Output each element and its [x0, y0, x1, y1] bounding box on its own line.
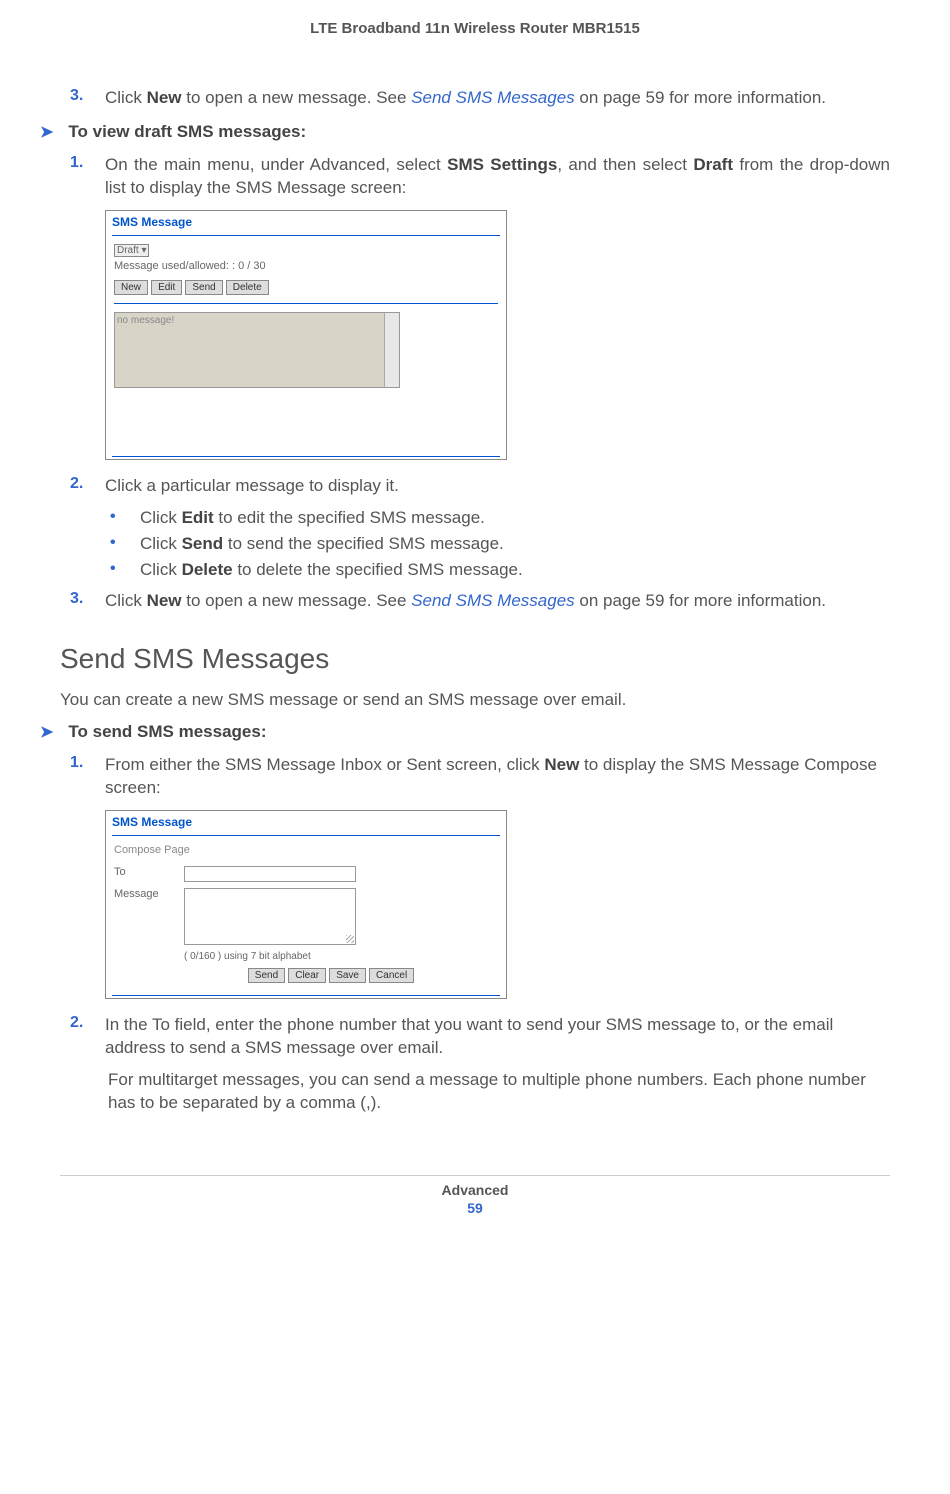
step-text: On the main menu, under Advanced, select… [105, 154, 890, 200]
step-number: 1. [70, 754, 105, 800]
link-send-sms[interactable]: Send SMS Messages [411, 591, 574, 610]
step-item: 2. In the To field, enter the phone numb… [60, 1014, 890, 1060]
arrow-icon: ➤ [40, 122, 53, 142]
step-text: Click a particular message to display it… [105, 475, 399, 498]
resize-handle[interactable] [346, 935, 354, 943]
clear-button[interactable]: Clear [288, 968, 326, 983]
footer-page-number: 59 [60, 1200, 890, 1216]
text: on page 59 for more information. [575, 88, 826, 107]
bullet-item: • Click Edit to edit the specified SMS m… [110, 508, 890, 528]
link-send-sms[interactable]: Send SMS Messages [411, 88, 574, 107]
step-item: 3. Click New to open a new message. See … [60, 87, 890, 110]
text: to send the specified SMS message. [223, 534, 504, 553]
ss-title: SMS Message [106, 211, 506, 233]
bullet-icon: • [110, 534, 140, 554]
edit-button[interactable]: Edit [151, 280, 182, 295]
text: Click [140, 560, 182, 579]
text: to delete the specified SMS message. [233, 560, 523, 579]
sub-paragraph: For multitarget messages, you can send a… [108, 1069, 890, 1115]
text: to open a new message. See [182, 88, 412, 107]
procedure-heading: ➤ To view draft SMS messages: [60, 122, 890, 142]
step-item: 3. Click New to open a new message. See … [60, 590, 890, 613]
send-button[interactable]: Send [185, 280, 222, 295]
bold-text: Delete [182, 560, 233, 579]
send-button[interactable]: Send [248, 968, 285, 983]
step-text: In the To field, enter the phone number … [105, 1014, 890, 1060]
bullet-item: • Click Delete to delete the specified S… [110, 560, 890, 580]
text: On the main menu, under Advanced, select [105, 155, 447, 174]
delete-button[interactable]: Delete [226, 280, 269, 295]
step-number: 2. [70, 1014, 105, 1060]
bold-text: Draft [693, 155, 733, 174]
bullet-icon: • [110, 508, 140, 528]
step-item: 1. On the main menu, under Advanced, sel… [60, 154, 890, 200]
to-input[interactable] [184, 866, 356, 882]
step-number: 2. [70, 475, 105, 498]
step-text: Click New to open a new message. See Sen… [105, 87, 826, 110]
bold-text: New [544, 755, 579, 774]
step-text: Click New to open a new message. See Sen… [105, 590, 826, 613]
text: to open a new message. See [182, 591, 412, 610]
bullet-text: Click Send to send the specified SMS mes… [140, 534, 504, 554]
text: , and then select [557, 155, 693, 174]
page-header: LTE Broadband 11n Wireless Router MBR151… [60, 20, 890, 37]
scrollbar[interactable] [384, 313, 399, 387]
message-textarea[interactable] [184, 888, 356, 945]
new-button[interactable]: New [114, 280, 148, 295]
sms-draft-screenshot: SMS Message Draft ▾ Message used/allowed… [105, 210, 507, 460]
step-text: From either the SMS Message Inbox or Sen… [105, 754, 890, 800]
save-button[interactable]: Save [329, 968, 366, 983]
message-counter: Message used/allowed: : 0 / 30 [114, 260, 266, 272]
text: From either the SMS Message Inbox or Sen… [105, 755, 544, 774]
text: Click [140, 534, 182, 553]
draft-dropdown[interactable]: Draft ▾ [114, 244, 149, 257]
step-number: 3. [70, 87, 105, 110]
char-counter: ( 0/160 ) using 7 bit alphabet [184, 951, 498, 962]
text: to edit the specified SMS message. [214, 508, 485, 527]
bold-text: Edit [182, 508, 214, 527]
divider [112, 456, 500, 457]
divider [112, 995, 500, 996]
step-item: 2. Click a particular message to display… [60, 475, 890, 498]
message-textarea[interactable]: no message! [114, 312, 400, 388]
heading-text: To send SMS messages: [68, 722, 266, 742]
cancel-button[interactable]: Cancel [369, 968, 414, 983]
heading-text: To view draft SMS messages: [68, 122, 306, 142]
arrow-icon: ➤ [40, 722, 53, 742]
bullet-icon: • [110, 560, 140, 580]
to-label: To [114, 866, 184, 878]
bullet-item: • Click Send to send the specified SMS m… [110, 534, 890, 554]
compose-subtitle: Compose Page [114, 844, 498, 856]
step-number: 3. [70, 590, 105, 613]
bold-text: SMS Settings [447, 155, 557, 174]
message-label: Message [114, 888, 184, 900]
step-item: 1. From either the SMS Message Inbox or … [60, 754, 890, 800]
ss-title: SMS Message [106, 811, 506, 833]
text: on page 59 for more information. [575, 591, 826, 610]
body-paragraph: You can create a new SMS message or send… [60, 690, 890, 710]
divider [112, 235, 500, 236]
footer-section: Advanced [60, 1182, 890, 1198]
procedure-heading: ➤ To send SMS messages: [60, 722, 890, 742]
bullet-text: Click Delete to delete the specified SMS… [140, 560, 523, 580]
placeholder-text: no message! [117, 315, 174, 326]
sms-compose-screenshot: SMS Message Compose Page To Message ( 0/… [105, 810, 507, 999]
section-heading: Send SMS Messages [60, 643, 890, 675]
text: Click [140, 508, 182, 527]
text: Click [105, 591, 147, 610]
footer: Advanced 59 [60, 1175, 890, 1216]
text: Click [105, 88, 147, 107]
bold-text: New [147, 591, 182, 610]
bullet-text: Click Edit to edit the specified SMS mes… [140, 508, 485, 528]
bold-text: Send [182, 534, 224, 553]
step-number: 1. [70, 154, 105, 200]
bold-text: New [147, 88, 182, 107]
divider [112, 835, 500, 836]
